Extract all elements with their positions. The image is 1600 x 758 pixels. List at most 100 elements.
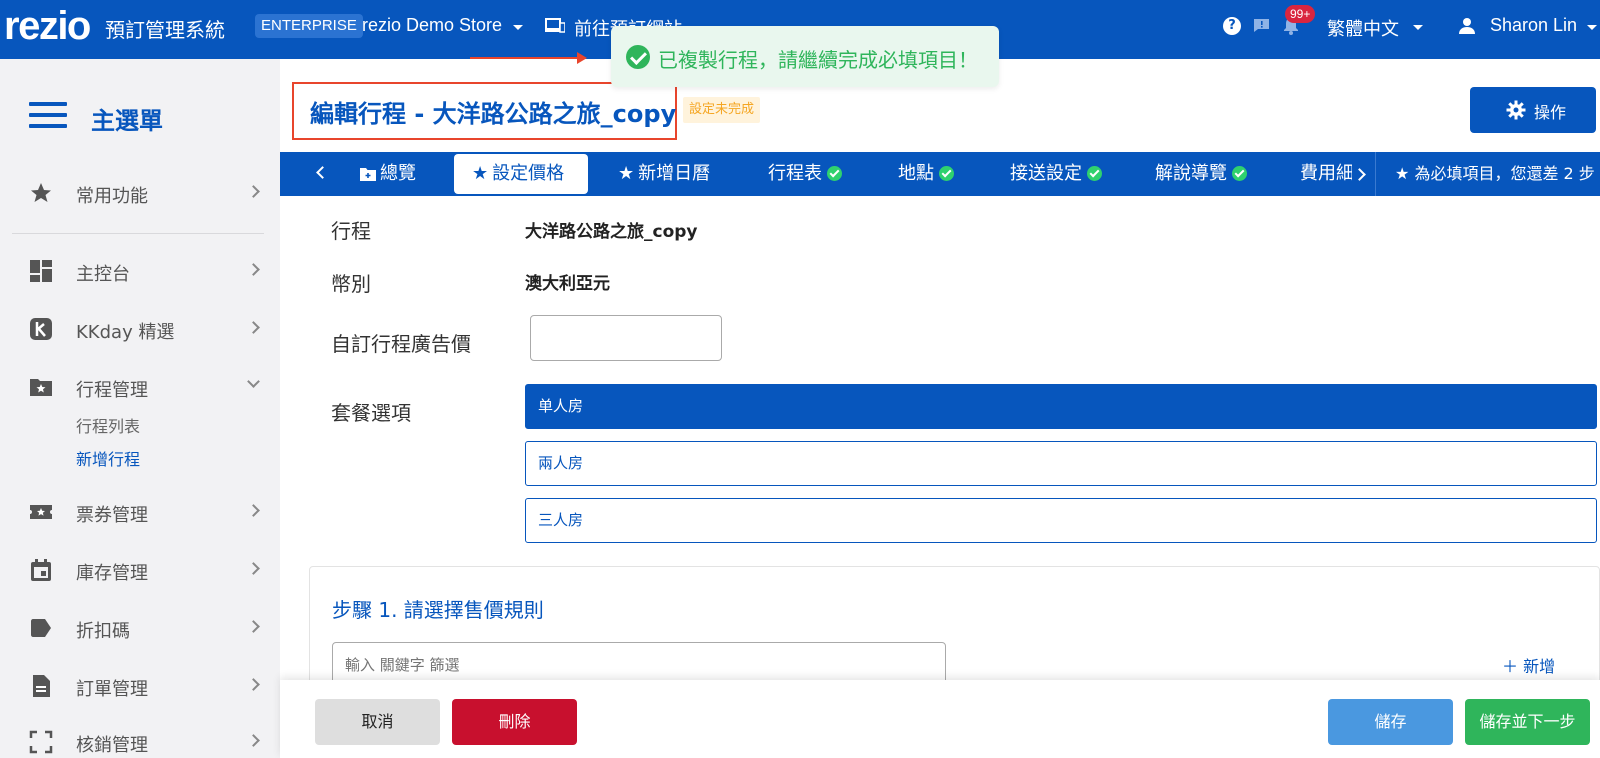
language-dropdown-caret-icon[interactable] [1413,25,1423,30]
sidebar-item-dashboard[interactable]: 主控台 [0,251,280,291]
store-dropdown-caret-icon[interactable] [513,25,523,30]
operations-button[interactable]: 操作 [1470,87,1596,133]
toast-message: 已複製行程，請繼續完成必填項目！ [658,48,978,72]
cancel-button[interactable]: 取消 [315,699,440,745]
tab-pricing[interactable]: ★ 設定價格 [454,154,588,194]
required-steps-note: ★ 為必填項目，您還差 2 步 [1395,152,1595,196]
add-rule-link[interactable]: ＋ 新增 [1502,653,1555,677]
tab-scroll-left-icon[interactable] [316,166,329,179]
currency-value: 澳大利亞元 [525,274,610,294]
gear-icon [1506,100,1526,120]
chevron-right-icon [247,620,260,633]
feedback-icon[interactable] [1253,18,1270,33]
language-selector[interactable]: 繁體中文 [1327,15,1399,41]
ad-price-input[interactable] [530,315,722,361]
bottom-action-bar: 取消 刪除 儲存 儲存並下一步 [280,680,1600,758]
tab-guide[interactable]: 解說導覽 [1155,152,1247,196]
sidebar-item-favorites[interactable]: 常用功能 [0,173,280,213]
sidebar-item-label: 主控台 [76,264,130,285]
success-toast: 已複製行程，請繼續完成必填項目！ [611,26,999,87]
tour-value: 大洋路公路之旅_copy [525,222,698,242]
folder-star-icon [30,379,52,396]
dashboard-icon [30,260,52,282]
tab-label: 費用細 [1300,163,1352,184]
sidebar-item-label: 核銷管理 [76,735,148,756]
package-option-double[interactable]: 兩人房 [525,441,1597,486]
tab-transfer-settings[interactable]: 接送設定 [1010,152,1102,196]
rezio-logo[interactable]: rezio [4,4,91,49]
sidebar-item-discount-codes[interactable]: 折扣碼 [0,608,280,648]
required-steps-text: 為必填項目，您還差 2 步 [1414,164,1595,183]
ticket-icon [30,505,52,519]
store-selector[interactable]: rezio Demo Store [362,15,502,36]
document-icon [33,675,50,697]
ad-price-label: 自訂行程廣告價 [331,332,471,356]
sidebar-item-label: 行程管理 [76,380,148,401]
status-badge: 設定未完成 [683,97,761,123]
user-menu[interactable]: Sharon Lin [1490,15,1577,36]
app-title: 預訂管理系統 [105,18,225,42]
sidebar-item-label: 庫存管理 [76,563,148,584]
chevron-right-icon [247,185,260,198]
calendar-icon [31,559,51,581]
tab-add-calendar[interactable]: ★ 新增日曆 [618,152,710,196]
tab-fees[interactable]: 費用細 [1300,152,1352,196]
tab-label: 設定價格 [492,163,565,184]
sidebar-item-verification[interactable]: 核銷管理 [0,722,280,758]
pricing-rule-card: 步驟 1. 請選擇售價規則 ＋ 新增 [309,566,1600,688]
check-icon [1232,165,1247,181]
sidebar-item-tour-management[interactable]: 行程管理 [0,367,280,407]
sidebar-item-label: KKday 精選 [76,322,175,343]
menu-title: 主選單 [91,107,163,135]
hamburger-menu-icon[interactable] [29,102,67,128]
operations-button-label: 操作 [1534,103,1567,122]
save-button[interactable]: 儲存 [1328,699,1453,745]
currency-label: 幣別 [331,272,371,296]
sidebar-item-label: 折扣碼 [76,621,130,642]
chevron-right-icon [247,504,260,517]
scan-icon [29,730,53,754]
package-option-single[interactable]: 单人房 [525,384,1597,429]
tab-location[interactable]: 地點 [898,152,954,196]
folder-icon [360,168,376,181]
kkday-icon [30,318,52,340]
devices-icon[interactable] [545,18,565,34]
page-title: 編輯行程 - 大洋路公路之旅_copy [310,100,677,128]
sidebar-item-kkday[interactable]: KKday 精選 [0,309,280,349]
sidebar-item-inventory[interactable]: 庫存管理 [0,550,280,590]
tab-scroll-right-icon[interactable] [1353,168,1366,181]
user-dropdown-caret-icon[interactable] [1587,25,1597,30]
step-title: 步驟 1. 請選擇售價規則 [332,598,544,622]
tab-label: 行程表 [768,163,822,184]
sidebar-subitem-add-tour[interactable]: 新增行程 [76,446,140,470]
star-icon: ★ [1395,164,1415,183]
delete-button[interactable]: 刪除 [452,699,577,745]
star-icon: ★ [618,163,635,184]
sidebar-item-tickets[interactable]: 票券管理 [0,492,280,532]
tag-icon [31,619,51,637]
package-option-triple[interactable]: 三人房 [525,498,1597,543]
plan-badge: ENTERPRISE [255,14,363,38]
help-icon[interactable]: ? [1223,17,1241,35]
tab-itinerary[interactable]: 行程表 [768,152,842,196]
check-icon [939,165,954,181]
tab-label: 新增日曆 [638,163,711,184]
tab-label: 解說導覽 [1155,163,1227,184]
chevron-down-icon [247,375,260,388]
chevron-right-icon [247,678,260,691]
tour-label: 行程 [331,219,371,243]
sidebar-subitem-tour-list[interactable]: 行程列表 [76,413,140,437]
sidebar-item-orders[interactable]: 訂單管理 [0,666,280,706]
tab-label: 接送設定 [1010,163,1082,184]
save-and-next-button[interactable]: 儲存並下一步 [1465,699,1590,745]
tab-divider [1375,152,1376,196]
tab-overview[interactable]: 總覽 [360,152,416,196]
check-icon [1087,165,1102,181]
sidebar-item-label: 訂單管理 [76,679,148,700]
chevron-right-icon [247,562,260,575]
sidebar-item-label: 常用功能 [76,186,148,207]
package-options-label: 套餐選項 [331,401,411,425]
notification-badge[interactable]: 99+ [1285,5,1316,23]
tab-label: 總覽 [380,163,416,184]
user-icon[interactable] [1458,17,1476,35]
